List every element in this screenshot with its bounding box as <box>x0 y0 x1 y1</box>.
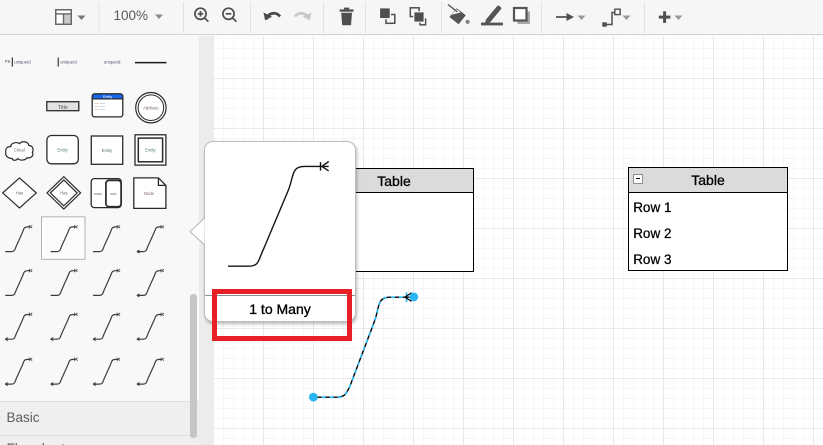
svg-text:Entity: Entity <box>103 95 112 99</box>
svg-text:Has: Has <box>16 191 23 196</box>
svg-text:PK: PK <box>5 59 11 64</box>
svg-text:uniqueId: uniqueId <box>104 59 121 64</box>
svg-text:Cloud: Cloud <box>14 148 26 153</box>
svg-text:Entity: Entity <box>102 148 113 153</box>
svg-text:Attribute: Attribute <box>143 105 159 110</box>
svg-text:Title: Title <box>58 105 68 111</box>
svg-text:Entity: Entity <box>145 148 156 153</box>
svg-text:Entity: Entity <box>57 147 68 152</box>
svg-text:sub: sub <box>110 191 117 196</box>
svg-text:uniqueId: uniqueId <box>14 59 31 64</box>
svg-text:uniqueId: uniqueId <box>60 59 77 64</box>
svg-text:Has: Has <box>60 191 67 196</box>
svg-text:main: main <box>94 191 103 196</box>
svg-text:100%: 100% <box>114 8 149 23</box>
svg-text:Node: Node <box>144 191 155 196</box>
